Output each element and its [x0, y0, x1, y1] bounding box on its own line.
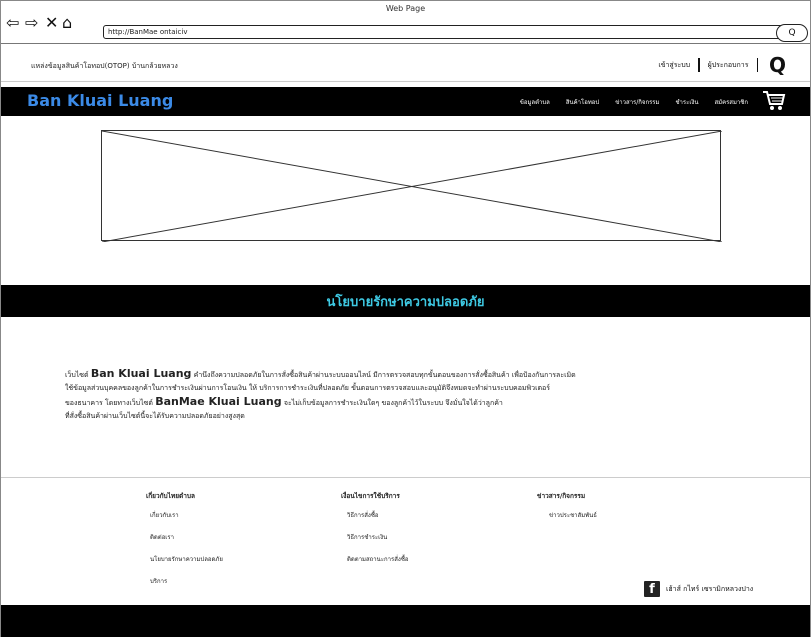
footer-link[interactable]: นโยบายรักษาความปลอดภัย	[146, 554, 223, 564]
footer-column-news: ข่าวสาร/กิจกรรม ข่าวประชาสัมพันธ์	[537, 491, 597, 532]
top-strip: แหล่งข้อมูลสินค้าโอทอป(OTOP) บ้านกล้วยหล…	[1, 51, 810, 82]
policy-line: ของธนาคาร โดยทางเว็บไซต์	[65, 399, 153, 407]
facebook-link[interactable]: f เฮ้าส์ กไทร์ เซรามิกหลวงปาง	[644, 581, 753, 597]
login-link[interactable]: เข้าสู่ระบบ	[650, 60, 698, 71]
footer-heading: เกี่ยวกับไทยตำบล	[146, 492, 196, 500]
facebook-icon: f	[644, 581, 660, 597]
policy-line: คำนึงถึงความปลอดภัยในการสั่งซื้อสินค้าผ่…	[193, 371, 576, 379]
policy-brand: Ban Kluai Luang	[90, 367, 192, 380]
footer-link[interactable]: ติดต่อเรา	[146, 532, 223, 542]
browser-window: Web Page ⇦ ⇨ ✕ ⌂ http://BanMae ontaiciv …	[0, 0, 811, 637]
menu-item-news[interactable]: ข่าวสาร/กิจกรรม	[615, 97, 659, 107]
section-banner: นโยบายรักษาความปลอดภัย	[1, 285, 810, 317]
policy-brand-secondary: BanMae Kluai Luang	[155, 395, 282, 408]
footer-divider	[1, 477, 810, 478]
search-icon[interactable]: Q	[769, 54, 786, 76]
operator-link[interactable]: ผู้ประกอบการ	[700, 60, 757, 71]
home-icon[interactable]: ⌂	[62, 15, 72, 31]
policy-line: ใช้ข้อมูลส่วนบุคคลของลูกค้าในการชำระเงิน…	[65, 384, 550, 392]
menu-item-payment[interactable]: ชำระเงิน	[675, 97, 698, 107]
footer-link[interactable]: วิธีการชำระเงิน	[341, 532, 409, 542]
forward-icon[interactable]: ⇨	[25, 15, 38, 31]
footer-link[interactable]: ข่าวประชาสัมพันธ์	[537, 510, 597, 520]
policy-line: ที่สั่งซื้อสินค้าผ่านเว็บไซต์นี้จะได้รับ…	[65, 412, 245, 420]
site-tagline: แหล่งข้อมูลสินค้าโอทอป(OTOP) บ้านกล้วยหล…	[31, 62, 178, 70]
close-icon[interactable]: ✕	[45, 15, 58, 31]
footer-link[interactable]: วิธีการสั่งซื้อ	[341, 510, 409, 520]
brand-logo[interactable]: Ban Kluai Luang	[27, 91, 173, 110]
cart-icon[interactable]	[762, 90, 786, 112]
search-icon[interactable]: Q	[776, 24, 808, 42]
main-header: Ban Kluai Luang ข้อมูลตำบล สินค้าโอทอป ข…	[1, 87, 810, 116]
hero-image-placeholder	[101, 130, 722, 242]
url-text: http://BanMae ontaiciv	[108, 28, 188, 36]
facebook-label: เฮ้าส์ กไทร์ เซรามิกหลวงปาง	[666, 584, 754, 593]
main-menu: ข้อมูลตำบล สินค้าโอทอป ข่าวสาร/กิจกรรม ช…	[520, 97, 748, 107]
policy-text: เว็บไซต์ Ban Kluai Luang คำนึงถึงความปลอ…	[65, 367, 665, 423]
divider	[756, 58, 758, 72]
footer-heading: เงื่อนไขการใช้บริการ	[341, 492, 400, 500]
footer-column-about: เกี่ยวกับไทยตำบล เกี่ยวกับเรา ติดต่อเรา …	[146, 491, 223, 598]
title-bar: Web Page ⇦ ⇨ ✕ ⌂ http://BanMae ontaiciv …	[1, 1, 810, 44]
policy-prefix: เว็บไซต์	[65, 371, 89, 379]
footer-link[interactable]: บริการ	[146, 576, 223, 586]
menu-item-otop[interactable]: สินค้าโอทอป	[566, 97, 599, 107]
top-links: เข้าสู่ระบบ ผู้ประกอบการ	[650, 58, 758, 72]
footer-column-terms: เงื่อนไขการใช้บริการ วิธีการสั่งซื้อ วิธ…	[341, 491, 409, 576]
back-icon[interactable]: ⇦	[6, 15, 19, 31]
menu-item-district[interactable]: ข้อมูลตำบล	[520, 97, 550, 107]
footer-heading: ข่าวสาร/กิจกรรม	[537, 492, 586, 500]
policy-line: จะไม่เก็บข้อมูลการชำระเงินใดๆ ของลูกค้าไ…	[283, 399, 503, 407]
footer-link[interactable]: เกี่ยวกับเรา	[146, 510, 223, 520]
footer-link[interactable]: ติดตามสถานะการสั่งซื้อ	[341, 554, 409, 564]
address-bar[interactable]: http://BanMae ontaiciv Q	[103, 24, 808, 42]
window-title: Web Page	[385, 4, 426, 13]
menu-item-register[interactable]: สมัครสมาชิก	[714, 97, 748, 107]
footer-bottom-bar	[1, 605, 810, 637]
section-title: นโยบายรักษาความปลอดภัย	[326, 295, 485, 310]
